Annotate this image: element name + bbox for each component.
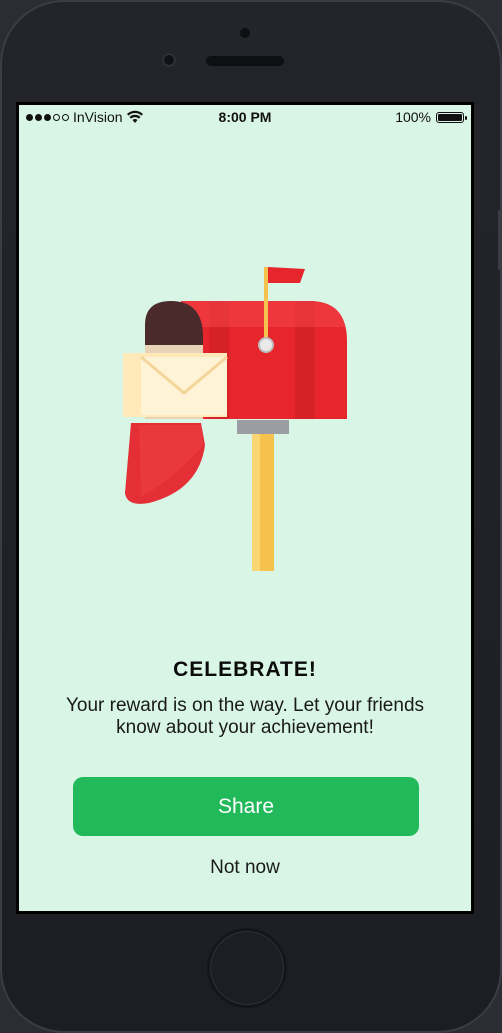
mailbox-flag [268, 267, 305, 283]
page-title: CELEBRATE! [173, 658, 317, 681]
mailbox-flag-pole [264, 267, 268, 347]
status-bar: InVision 8:00 PM 100% [19, 105, 471, 129]
phone-frame: InVision 8:00 PM 100% CELEBRATE! Your re… [0, 0, 502, 1033]
letter-front [141, 357, 227, 415]
battery-fill [438, 113, 462, 121]
battery-icon [436, 111, 467, 123]
mailbox-bracket [237, 420, 289, 434]
side-button [498, 210, 502, 270]
mailbox-flag-pivot [258, 337, 274, 353]
status-right: 100% [395, 109, 467, 125]
front-camera [162, 53, 176, 67]
mailbox-post-highlight [252, 425, 260, 571]
page-subtitle: Your reward is on the way. Let your frie… [65, 695, 425, 738]
share-button[interactable]: Share [73, 777, 419, 836]
mailbox-top-highlight [181, 301, 345, 327]
home-button[interactable] [207, 928, 287, 1008]
screen-bezel: InVision 8:00 PM 100% CELEBRATE! Your re… [16, 102, 474, 914]
mailbox-with-letter-icon [123, 267, 347, 571]
battery-percentage: 100% [395, 109, 431, 125]
not-now-button[interactable]: Not now [19, 857, 471, 879]
earpiece-speaker [206, 56, 284, 66]
front-sensor [240, 28, 250, 38]
app-screen: InVision 8:00 PM 100% CELEBRATE! Your re… [19, 105, 471, 911]
